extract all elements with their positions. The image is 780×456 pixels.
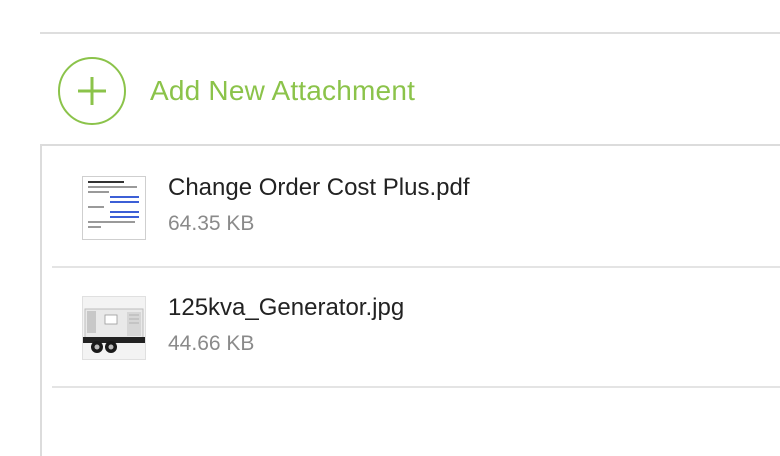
attachment-name[interactable]: 125kva_Generator.jpg [168,294,404,322]
attachment-item[interactable]: Change Order Cost Plus.pdf 64.35 KB [52,146,780,268]
generator-image [83,297,145,359]
attachment-list: Change Order Cost Plus.pdf 64.35 KB 125k… [40,144,780,456]
plus-circle-icon[interactable] [58,57,126,125]
attachment-size: 44.66 KB [168,332,255,355]
attachment-name[interactable]: Change Order Cost Plus.pdf [168,174,470,202]
image-thumbnail-icon[interactable] [82,296,146,360]
add-new-attachment-button[interactable]: Add New Attachment [58,56,415,126]
add-new-attachment-label[interactable]: Add New Attachment [150,75,415,107]
top-divider [40,32,780,34]
attachment-item[interactable]: 125kva_Generator.jpg 44.66 KB [52,266,780,388]
pdf-thumbnail-icon[interactable] [82,176,146,240]
attachments-page: Add New Attachment Change Order Cost Plu… [0,0,780,456]
attachment-size: 64.35 KB [168,212,255,235]
